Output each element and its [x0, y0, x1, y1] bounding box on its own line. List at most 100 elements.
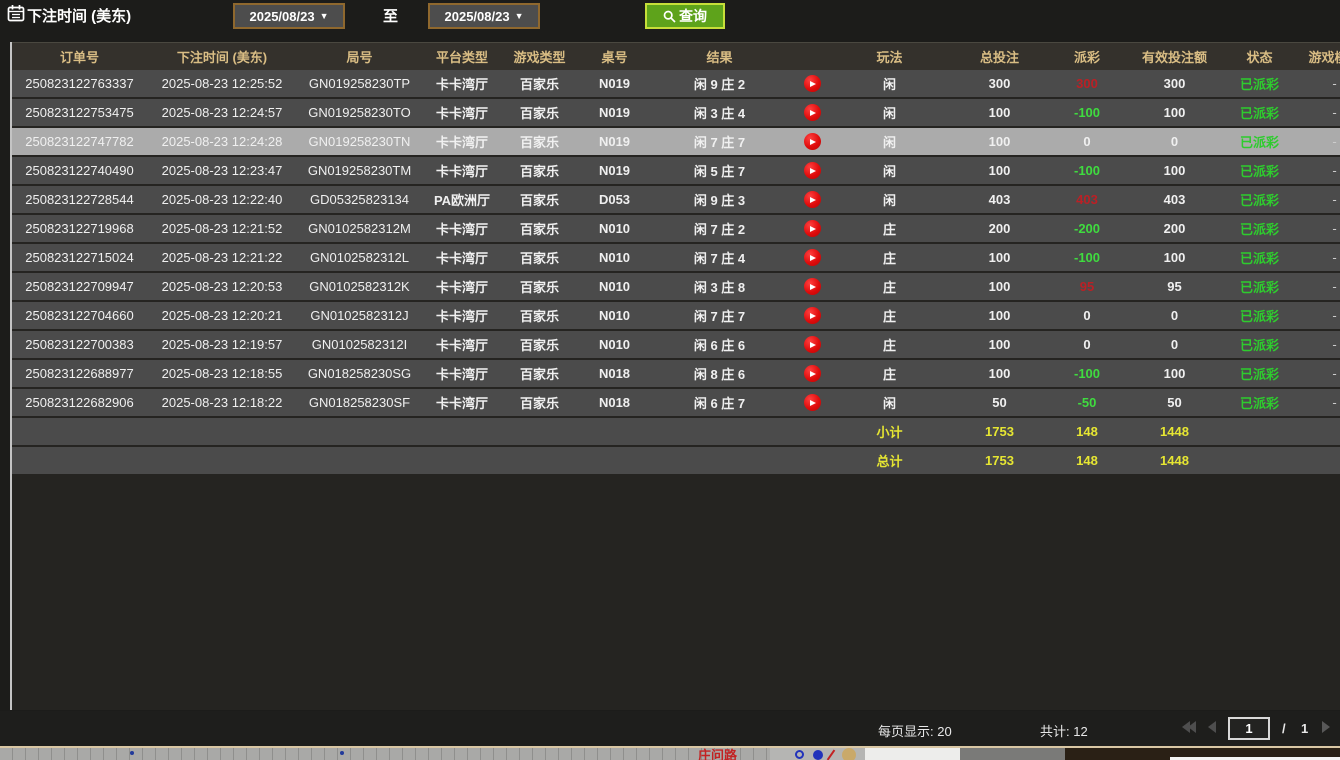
- cell-platform: 卡卡湾厅: [422, 103, 502, 122]
- cell-payout: 300: [1057, 76, 1117, 91]
- first-page-icon[interactable]: [1182, 721, 1196, 733]
- date-to-select[interactable]: 2025/08/23 ▼: [428, 3, 540, 29]
- cell-platform: 卡卡湾厅: [422, 335, 502, 354]
- play-video-icon[interactable]: [804, 278, 821, 295]
- cell-platform: 卡卡湾厅: [422, 132, 502, 151]
- cell-status: 已派彩: [1232, 190, 1287, 209]
- cell-game-mode: -: [1287, 221, 1340, 236]
- table-row[interactable]: 250823122700383 2025-08-23 12:19:57 GN01…: [12, 331, 1340, 358]
- banker-road-label: 庄问路: [698, 749, 737, 760]
- next-page-icon[interactable]: [1322, 721, 1330, 733]
- col-header-status: 状态: [1232, 47, 1287, 66]
- chip-icon: [842, 748, 856, 760]
- cell-total-bet: 50: [942, 395, 1057, 410]
- page-number-input[interactable]: [1228, 717, 1270, 740]
- cell-payout: -50: [1057, 395, 1117, 410]
- cell-payout: 0: [1057, 308, 1117, 323]
- table-row[interactable]: 250823122719968 2025-08-23 12:21:52 GN01…: [12, 215, 1340, 242]
- cell-valid-bet: 95: [1117, 279, 1232, 294]
- play-video-icon[interactable]: [804, 191, 821, 208]
- col-header-total-bet: 总投注: [942, 47, 1057, 66]
- col-header-platform: 平台类型: [422, 47, 502, 66]
- cell-table-no: N010: [577, 337, 652, 352]
- subtotal-label: 小计: [837, 422, 942, 441]
- subtotal-payout: 148: [1057, 424, 1117, 439]
- play-video-icon[interactable]: [804, 365, 821, 382]
- col-header-order-id: 订单号: [12, 47, 147, 66]
- play-video-icon[interactable]: [804, 220, 821, 237]
- table-row[interactable]: 250823122740490 2025-08-23 12:23:47 GN01…: [12, 157, 1340, 184]
- play-video-icon[interactable]: [804, 394, 821, 411]
- cell-game-type: 百家乐: [502, 219, 577, 238]
- table-row[interactable]: 250823122763337 2025-08-23 12:25:52 GN01…: [12, 70, 1340, 97]
- cell-total-bet: 200: [942, 221, 1057, 236]
- cell-platform: 卡卡湾厅: [422, 277, 502, 296]
- cell-bet-time: 2025-08-23 12:24:57: [147, 105, 297, 120]
- cell-order-id: 250823122688977: [12, 366, 147, 381]
- cell-game-type: 百家乐: [502, 74, 577, 93]
- play-video-icon[interactable]: [804, 307, 821, 324]
- col-header-payout: 派彩: [1057, 47, 1117, 66]
- cell-result: 闲 6 庄 7: [652, 393, 787, 412]
- cell-platform: 卡卡湾厅: [422, 74, 502, 93]
- cell-platform: 卡卡湾厅: [422, 219, 502, 238]
- col-header-round-id: 局号: [297, 47, 422, 66]
- cell-status: 已派彩: [1232, 306, 1287, 325]
- cell-order-id: 250823122747782: [12, 134, 147, 149]
- cell-table-no: N010: [577, 308, 652, 323]
- play-video-icon[interactable]: [804, 75, 821, 92]
- date-to-value: 2025/08/23: [445, 9, 510, 24]
- cell-bet-time: 2025-08-23 12:24:28: [147, 134, 297, 149]
- cell-valid-bet: 100: [1117, 105, 1232, 120]
- play-video-icon[interactable]: [804, 133, 821, 150]
- play-video-icon[interactable]: [804, 162, 821, 179]
- cell-status: 已派彩: [1232, 219, 1287, 238]
- cell-play-type: 庄: [837, 219, 942, 238]
- query-button[interactable]: 查询: [645, 3, 725, 29]
- play-video-icon[interactable]: [804, 336, 821, 353]
- cell-game-type: 百家乐: [502, 132, 577, 151]
- calendar-icon: [7, 4, 25, 27]
- cell-valid-bet: 0: [1117, 134, 1232, 149]
- cell-order-id: 250823122700383: [12, 337, 147, 352]
- cell-play-type: 庄: [837, 248, 942, 267]
- table-row[interactable]: 250823122728544 2025-08-23 12:22:40 GD05…: [12, 186, 1340, 213]
- cell-play-type: 闲: [837, 74, 942, 93]
- strip-segment: [865, 748, 960, 760]
- roadmap-dot: [130, 751, 134, 755]
- table-row[interactable]: 250823122682906 2025-08-23 12:18:22 GN01…: [12, 389, 1340, 416]
- cell-game-mode: -: [1287, 250, 1340, 265]
- cell-bet-time: 2025-08-23 12:25:52: [147, 76, 297, 91]
- roadmap-dot: [340, 751, 344, 755]
- cell-total-bet: 100: [942, 134, 1057, 149]
- cell-game-mode: -: [1287, 134, 1340, 149]
- col-header-play-type: 玩法: [837, 47, 942, 66]
- cell-table-no: N019: [577, 134, 652, 149]
- cell-play-type: 闲: [837, 132, 942, 151]
- cell-game-mode: -: [1287, 105, 1340, 120]
- date-from-select[interactable]: 2025/08/23 ▼: [233, 3, 345, 29]
- cell-round-id: GN019258230TP: [297, 76, 422, 91]
- prev-page-icon[interactable]: [1208, 721, 1216, 733]
- total-label: 总计: [837, 451, 942, 470]
- cell-play-type: 庄: [837, 335, 942, 354]
- table-row[interactable]: 250823122753475 2025-08-23 12:24:57 GN01…: [12, 99, 1340, 126]
- table-row[interactable]: 250823122704660 2025-08-23 12:20:21 GN01…: [12, 302, 1340, 329]
- cell-table-no: N018: [577, 395, 652, 410]
- cell-game-type: 百家乐: [502, 306, 577, 325]
- play-video-icon[interactable]: [804, 104, 821, 121]
- cell-order-id: 250823122728544: [12, 192, 147, 207]
- total-valid-bet: 1448: [1117, 453, 1232, 468]
- cell-play-type: 闲: [837, 190, 942, 209]
- cell-result: 闲 5 庄 7: [652, 161, 787, 180]
- cell-game-type: 百家乐: [502, 335, 577, 354]
- play-video-icon[interactable]: [804, 249, 821, 266]
- table-row[interactable]: 250823122715024 2025-08-23 12:21:22 GN01…: [12, 244, 1340, 271]
- player-ring-icon: [795, 750, 804, 759]
- cell-status: 已派彩: [1232, 393, 1287, 412]
- cell-game-mode: -: [1287, 308, 1340, 323]
- cell-table-no: N018: [577, 366, 652, 381]
- table-row[interactable]: 250823122709947 2025-08-23 12:20:53 GN01…: [12, 273, 1340, 300]
- table-row[interactable]: 250823122688977 2025-08-23 12:18:55 GN01…: [12, 360, 1340, 387]
- table-row[interactable]: 250823122747782 2025-08-23 12:24:28 GN01…: [12, 128, 1340, 155]
